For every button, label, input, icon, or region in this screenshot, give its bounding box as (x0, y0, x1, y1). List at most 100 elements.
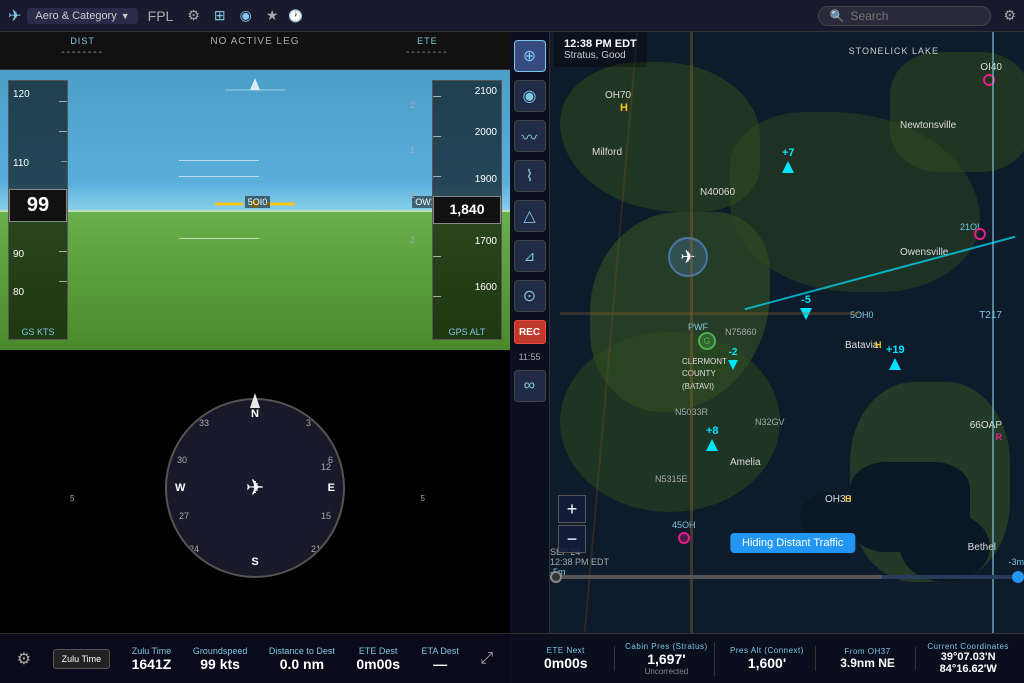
coords-label: Current Coordinates (927, 642, 1009, 651)
cabin-label: Cabin Pres (Stratus) (625, 642, 707, 651)
speed-tick-120: 120 (13, 89, 30, 100)
zulu-value: 1641Z (132, 656, 172, 672)
link-btn[interactable]: ∞ (514, 370, 546, 402)
fpl-button[interactable]: FPL (144, 6, 178, 26)
traffic-alt-diff-8: +8 (706, 425, 719, 437)
ete-next-value: 0m00s (544, 655, 588, 671)
cabin-value: 1,697' (647, 651, 685, 667)
orientation-icon-btn[interactable]: ◉ (236, 5, 256, 26)
zoom-out-button[interactable]: − (558, 525, 586, 553)
traffic-plus8: +8 (706, 425, 719, 451)
leg-header: NO ACTIVE LEG (210, 36, 299, 65)
airspace-btn[interactable]: △ (514, 200, 546, 232)
ete-label: ETE (417, 36, 438, 46)
ete-next-item: ETE Next 0m00s (518, 646, 615, 671)
east-label: E (328, 482, 335, 494)
speed-tick-90: 90 (13, 249, 24, 260)
highway-vertical (690, 32, 693, 633)
coords-value1: 39°07.03'N (941, 651, 996, 663)
map-time-info: 12:38 PM EDT Stratus, Good (564, 38, 637, 61)
map-timeline (550, 565, 1024, 589)
dist-value: -------- (61, 47, 104, 58)
layers-icon-btn[interactable]: ⊞ (210, 5, 230, 26)
star-icon-btn[interactable]: ★ (262, 5, 283, 26)
south-label: S (251, 556, 258, 568)
traffic-alt-diff-m5: -5 (801, 294, 811, 306)
traffic-triangle-7 (782, 161, 794, 173)
zoom-in-button[interactable]: + (558, 495, 586, 523)
terrain-4 (560, 332, 780, 512)
pitch-line-10 (179, 160, 259, 161)
coords-item: Current Coordinates 39°07.03'N 84°16.62'… (920, 642, 1016, 675)
ete-next-label: ETE Next (547, 646, 585, 655)
search-input[interactable] (850, 9, 980, 23)
own-aircraft-map: ✈ (668, 237, 708, 277)
gear-icon[interactable]: ⚙ (1003, 7, 1016, 24)
weather-btn[interactable]: 〰 (514, 120, 546, 152)
ahrs-button[interactable]: Zulu Time (53, 649, 111, 669)
timeline-handle-left[interactable] (550, 571, 562, 583)
airport-circle-pwf: G (698, 332, 716, 350)
traffic-minus2: -2 (728, 347, 738, 370)
traffic-alt-diff-m2: -2 (729, 347, 738, 358)
alt-tape: 2100 2000 1900 1700 1600 1,840 200 GPS A… (432, 80, 502, 340)
traffic-triangle-8 (706, 439, 718, 451)
compass-btn[interactable]: ⊕ (514, 40, 546, 72)
timeline-track (550, 575, 1024, 579)
pitch-line-neg5 (179, 238, 259, 239)
rec-button[interactable]: REC (514, 320, 546, 344)
zulu-label: Zulu Time (132, 646, 172, 656)
dist-label: DIST (70, 36, 95, 46)
expand-button[interactable]: ⤢ (480, 650, 493, 668)
eta-dest-label: ETA Dest (421, 646, 458, 656)
ete-value: -------- (406, 47, 449, 58)
speed-tick-80: 80 (13, 287, 24, 298)
dist-dest-item: Distance to Dest 0.0 nm (269, 646, 335, 672)
map-bottom-bar: ETE Next 0m00s Cabin Pres (Stratus) 1,69… (510, 633, 1024, 683)
ete-dest-value: 0m00s (356, 656, 400, 672)
timeline-handle-right[interactable] (1012, 571, 1024, 583)
map-canvas[interactable]: ✈ 12:38 PM EDT Stratus, Good OH70 H Milf… (510, 32, 1024, 633)
h-badge-66oap: R (996, 432, 1003, 442)
timeline-fill (550, 575, 882, 579)
plane-icon: ✈ (8, 6, 21, 26)
search-box[interactable]: 🔍 (818, 6, 991, 26)
highway-horizontal (560, 312, 860, 315)
settings-icon-btn[interactable]: ⚙ (183, 5, 204, 26)
flight-header: DIST -------- NO ACTIVE LEG ETE -------- (0, 32, 510, 70)
traffic-triangle-m2 (728, 360, 738, 370)
eta-dest-item: ETA Dest — (421, 646, 458, 672)
traffic-alt-diff-7: +7 (782, 147, 795, 159)
coords-value2: 84°16.62'W (940, 663, 997, 675)
right-panel: ✈ 12:38 PM EDT Stratus, Good OH70 H Milf… (510, 32, 1024, 683)
h-badge-oh30: H (845, 494, 852, 504)
groundspeed-item: Groundspeed 99 kts (193, 646, 248, 672)
altitude-value: 1,840 (433, 196, 501, 224)
vsi-scale: 2 1 1 2 (410, 100, 430, 245)
alt-tick-1900: 1900 (475, 174, 497, 185)
clock-icon: 🕐 (288, 9, 303, 23)
eta-dest-value: — (433, 656, 447, 672)
route-btn[interactable]: ⌇ (514, 160, 546, 192)
pres-alt-label: Pres Alt (Connext) (730, 646, 804, 655)
gs-bottom-label: Groundspeed (193, 646, 248, 656)
main-content: DIST -------- NO ACTIVE LEG ETE -------- (0, 32, 1024, 683)
aero-category-badge[interactable]: Aero & Category ▼ (27, 8, 137, 24)
hsi-aircraft-icon: ✈ (246, 475, 264, 501)
wing-left (215, 203, 243, 206)
alt-tick-1700: 1700 (475, 236, 497, 247)
airport-circle-21oi (974, 228, 986, 240)
ete-dest-item: ETE Dest 0m00s (356, 646, 400, 672)
pin-btn[interactable]: ⊙ (514, 280, 546, 312)
ete-dest-label: ETE Dest (359, 646, 398, 656)
map-header: 12:38 PM EDT Stratus, Good (554, 32, 647, 67)
dist-dest-label: Distance to Dest (269, 646, 335, 656)
settings-button[interactable]: ⚙ (17, 649, 31, 669)
heading-bug (245, 393, 265, 418)
map-sidebar: ⊕ ◉ 〰 ⌇ △ ⊿ ⊙ REC 11:55 ∞ (510, 32, 550, 633)
layers-btn[interactable]: ◉ (514, 80, 546, 112)
zulu-time-item: Zulu Time 1641Z (132, 646, 172, 672)
signal-btn[interactable]: ⊿ (514, 240, 546, 272)
west-label: W (175, 482, 185, 494)
traffic-alt-diff-19: +19 (886, 344, 905, 356)
